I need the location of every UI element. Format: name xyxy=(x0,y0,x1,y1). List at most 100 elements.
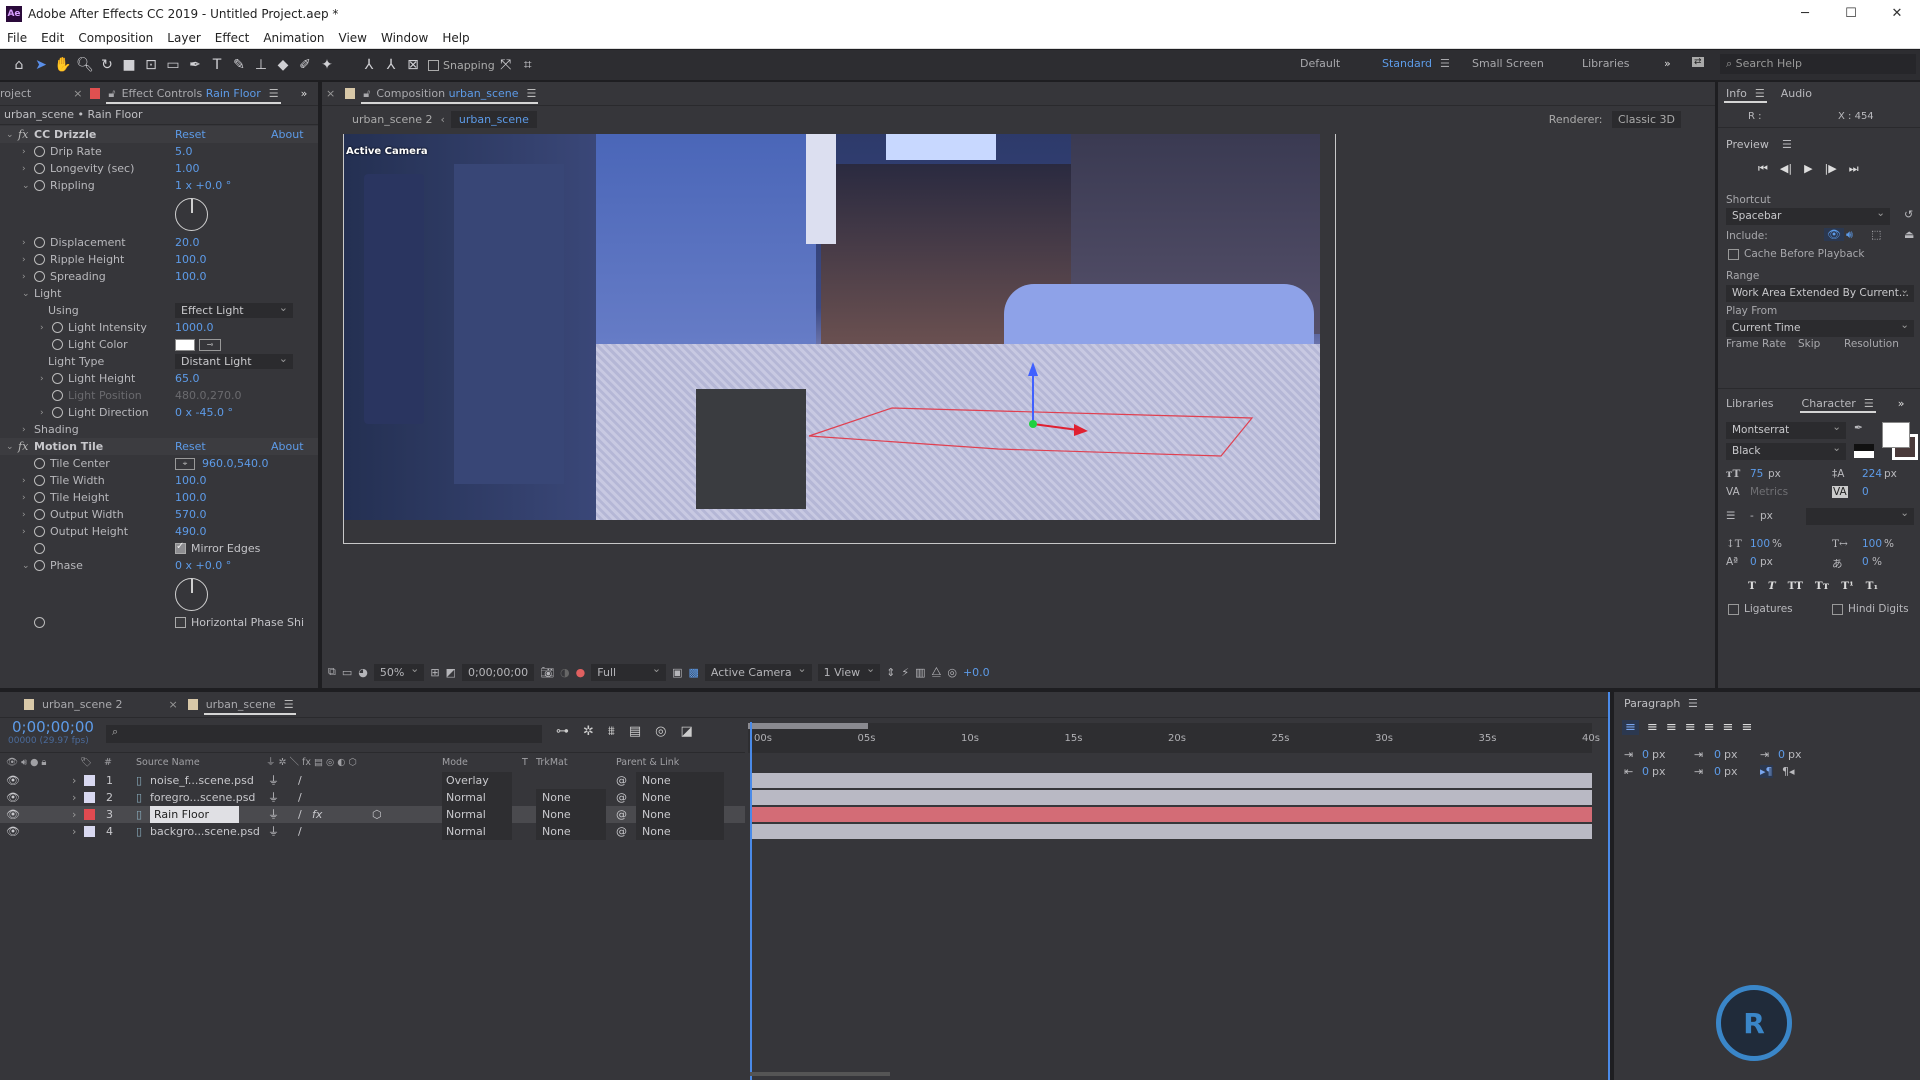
flowchart-icon[interactable]: ⧋ xyxy=(932,665,942,679)
expand-icon[interactable]: › xyxy=(22,510,32,520)
parent-dropdown[interactable]: None xyxy=(636,789,724,806)
maximize-icon[interactable]: ☐ xyxy=(1828,0,1874,27)
expand-icon[interactable]: › xyxy=(22,255,32,265)
stopwatch-icon[interactable] xyxy=(34,146,45,157)
expand-icon[interactable]: › xyxy=(22,238,32,248)
stroke-type-dropdown[interactable] xyxy=(1806,505,1914,525)
space-after-value[interactable]: 0 xyxy=(1714,765,1721,778)
view-axis-icon[interactable]: ⊠ xyxy=(402,54,424,76)
panel-menu-icon[interactable]: ☰ xyxy=(1755,87,1765,100)
include-overlays-icon[interactable]: ⬚ xyxy=(1871,228,1881,241)
more-workspaces-icon[interactable]: » xyxy=(1664,57,1671,70)
close-tab-icon[interactable]: × xyxy=(168,698,177,711)
layer-name[interactable]: noise_f...scene.psd xyxy=(150,772,254,789)
menu-view[interactable]: View xyxy=(332,31,374,45)
track-matte-dropdown[interactable]: None xyxy=(536,823,606,840)
black-white-swatch[interactable] xyxy=(1854,444,1874,458)
tab-audio[interactable]: Audio xyxy=(1773,81,1820,105)
shortcut-dropdown[interactable]: Spacebar xyxy=(1726,205,1890,225)
fx-icon[interactable]: fx xyxy=(18,440,28,453)
collapse-icon[interactable]: ⌄ xyxy=(6,130,16,140)
property-value[interactable]: 480.0,270.0 xyxy=(175,389,241,402)
timeline-current-time[interactable]: 0;00;00;00 xyxy=(12,718,94,736)
stopwatch-icon[interactable] xyxy=(34,560,45,571)
vertical-scale-value[interactable]: 100 xyxy=(1750,538,1770,550)
tab-info[interactable]: Info ☰ xyxy=(1718,81,1773,105)
expand-icon[interactable]: › xyxy=(72,772,76,789)
stopwatch-icon[interactable] xyxy=(52,407,63,418)
space-before-value[interactable]: 0 xyxy=(1714,748,1721,761)
world-axis-icon[interactable]: ⅄ xyxy=(380,54,402,76)
close-tab-icon[interactable]: × xyxy=(73,87,82,100)
property-dropdown[interactable]: Distant Light xyxy=(175,351,293,369)
expand-icon[interactable]: › xyxy=(22,147,32,157)
stopwatch-icon[interactable] xyxy=(34,543,45,554)
graph-editor-icon[interactable]: ◪ xyxy=(681,724,693,739)
lock-icon[interactable]: 🔓︎ xyxy=(108,87,115,101)
faux-bold-icon[interactable]: T xyxy=(1748,580,1756,592)
tab-urban-scene[interactable]: urban_scene ☰ xyxy=(198,693,302,717)
include-audio-icon[interactable]: 🔊︎ xyxy=(1846,228,1853,242)
home-icon[interactable]: ⌂ xyxy=(8,54,30,76)
property-value[interactable]: 1000.0 xyxy=(175,321,214,334)
snapping-checkbox[interactable] xyxy=(428,59,439,71)
close-icon[interactable]: ✕ xyxy=(1874,0,1920,27)
layer-duration-bar[interactable] xyxy=(752,807,1592,822)
align-left-icon[interactable]: ≡ xyxy=(1622,720,1639,735)
subscript-icon[interactable]: T₁ xyxy=(1866,580,1878,592)
ligatures-checkbox[interactable] xyxy=(1728,604,1739,615)
property-value[interactable]: 100.0 xyxy=(175,474,207,487)
motion-blur-icon[interactable]: ◎ xyxy=(655,724,666,739)
fx-switch-icon[interactable]: fx xyxy=(312,806,322,823)
stopwatch-icon[interactable] xyxy=(34,492,45,503)
tab-composition[interactable]: 🔓︎ Composition urban_scene ☰ xyxy=(355,82,544,106)
panel-menu-icon[interactable]: ☰ xyxy=(1782,138,1792,151)
parent-pick-whip-icon[interactable]: @ xyxy=(616,789,627,806)
crosshair-icon[interactable]: ⌖ xyxy=(175,457,195,470)
property-value[interactable]: 960.0,540.0 xyxy=(202,457,268,470)
clone-stamp-tool-icon[interactable]: ⊥ xyxy=(250,54,272,76)
playhead[interactable] xyxy=(750,722,752,1080)
expand-icon[interactable]: › xyxy=(40,374,50,384)
visibility-eye-icon[interactable]: 👁︎ xyxy=(6,789,20,806)
previous-frame-icon[interactable]: ◀| xyxy=(1780,162,1792,176)
rtl-direction-icon[interactable]: ¶◂ xyxy=(1782,765,1795,778)
visibility-eye-icon[interactable]: 👁︎ xyxy=(6,772,20,789)
menu-edit[interactable]: Edit xyxy=(34,31,71,45)
quality-switch-icon[interactable]: / xyxy=(298,823,302,840)
horizontal-scale-value[interactable]: 100 xyxy=(1862,538,1882,550)
timeline-icon[interactable]: ▥ xyxy=(915,666,925,679)
parent-dropdown[interactable]: None xyxy=(636,772,724,789)
play-from-dropdown[interactable]: Current Time xyxy=(1726,317,1914,337)
minimize-icon[interactable]: ─ xyxy=(1782,0,1828,27)
parent-dropdown[interactable]: None xyxy=(636,806,724,823)
tab-effect-controls[interactable]: 🔓︎ Effect Controls Rain Floor ☰ xyxy=(100,82,286,106)
property-value[interactable]: 490.0 xyxy=(175,525,207,538)
about-link[interactable]: About xyxy=(271,128,304,141)
next-frame-icon[interactable]: |▶ xyxy=(1825,162,1837,176)
region-of-interest-icon[interactable]: ⊞ xyxy=(430,666,439,679)
fast-previews-renderer-icon[interactable]: ⚡︎ xyxy=(901,666,909,679)
breadcrumb-urban-scene[interactable]: urban_scene xyxy=(450,110,537,128)
frame-blending-icon[interactable]: ▤ xyxy=(629,724,641,739)
stopwatch-icon[interactable] xyxy=(52,373,63,384)
font-family-dropdown[interactable]: Montserrat xyxy=(1726,419,1846,439)
stopwatch-icon[interactable] xyxy=(52,390,63,401)
exposure-reset-icon[interactable]: ◎ xyxy=(947,666,957,679)
fx-icon[interactable]: fx xyxy=(18,128,28,141)
panel-menu-icon[interactable]: ☰ xyxy=(284,698,294,711)
toggle-pixel-aspect-icon[interactable]: ⇕ xyxy=(886,666,895,679)
snapping-toggle[interactable]: Snapping xyxy=(428,54,495,76)
brush-tool-icon[interactable]: ✎ xyxy=(228,54,250,76)
parent-dropdown[interactable]: None xyxy=(636,823,724,840)
eraser-tool-icon[interactable]: ◆ xyxy=(272,54,294,76)
layer-duration-bar[interactable] xyxy=(752,790,1592,805)
about-link[interactable]: About xyxy=(271,440,304,453)
expand-icon[interactable]: › xyxy=(22,527,32,537)
layer-duration-bar[interactable] xyxy=(752,773,1592,788)
layer-row[interactable]: 👁︎ › 3 ▯ Rain Floor ⏚ / fx ⬡ Normal None @ None xyxy=(0,806,745,823)
hide-shy-layers-icon[interactable]: ⩩ xyxy=(608,724,615,739)
collapse-icon[interactable]: ⌄ xyxy=(6,442,16,452)
property-dropdown[interactable]: Effect Light xyxy=(175,300,293,318)
stopwatch-icon[interactable] xyxy=(34,475,45,486)
